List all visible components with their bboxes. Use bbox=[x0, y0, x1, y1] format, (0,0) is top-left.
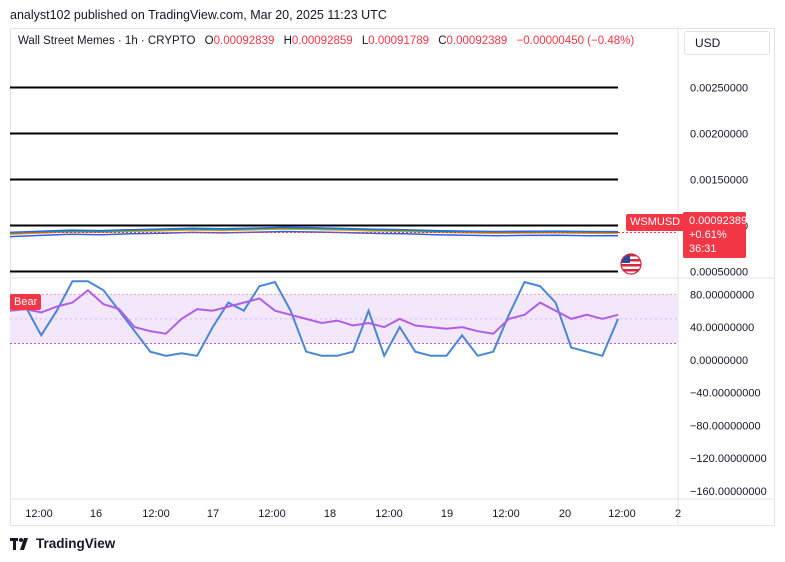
oscillator-axis-tick: −40.00000000 bbox=[690, 388, 761, 400]
time-axis-tick: 12:00 bbox=[25, 508, 53, 520]
time-axis-tick: 16 bbox=[90, 508, 102, 520]
oscillator-axis-tick: 80.00000000 bbox=[690, 289, 754, 301]
time-axis-tick: 20 bbox=[559, 508, 571, 520]
oscillator-axis-tick: −160.00000000 bbox=[690, 486, 767, 498]
time-axis-tick: 12:00 bbox=[375, 508, 403, 520]
oscillator-axis-tick: −80.00000000 bbox=[690, 420, 761, 432]
price-axis-tick: 0.00200000 bbox=[690, 128, 748, 140]
price-axis-tick: 0.00250000 bbox=[690, 82, 748, 94]
tradingview-logo[interactable]: TradingView bbox=[10, 536, 115, 551]
brand-name: TradingView bbox=[36, 536, 116, 551]
chart-canvas[interactable]: 0.002500000.002000000.001500000.00100000… bbox=[0, 0, 785, 562]
oscillator-axis-tick: −120.00000000 bbox=[690, 453, 767, 465]
time-axis-tick: 12:00 bbox=[608, 508, 636, 520]
price-axis-tick: 0.00050000 bbox=[690, 267, 748, 279]
oscillator-axis-tick: 40.00000000 bbox=[690, 322, 754, 334]
bear-indicator-tag: Bear bbox=[10, 294, 42, 310]
last-price: 0.00092389 bbox=[689, 215, 748, 227]
time-axis-tick: 2 bbox=[675, 508, 681, 520]
time-axis-tick: 12:00 bbox=[142, 508, 170, 520]
price-change: +0.61% bbox=[689, 229, 727, 241]
last-price-tag: 0.00092389 +0.61% 36:31 bbox=[683, 212, 748, 258]
symbol-tag: WSMUSD bbox=[626, 214, 685, 231]
us-flag-icon bbox=[620, 253, 642, 275]
tradingview-logo-icon bbox=[10, 537, 28, 550]
time-axis-tick: 12:00 bbox=[258, 508, 286, 520]
oscillator-axis-tick: 0.00000000 bbox=[690, 355, 748, 367]
price-axis-tick: 0.00150000 bbox=[690, 175, 748, 187]
time-axis-tick: 17 bbox=[207, 508, 219, 520]
time-axis-tick: 12:00 bbox=[492, 508, 520, 520]
time-axis-tick: 19 bbox=[441, 508, 453, 520]
time-axis-tick: 18 bbox=[324, 508, 336, 520]
bar-countdown: 36:31 bbox=[689, 243, 717, 255]
